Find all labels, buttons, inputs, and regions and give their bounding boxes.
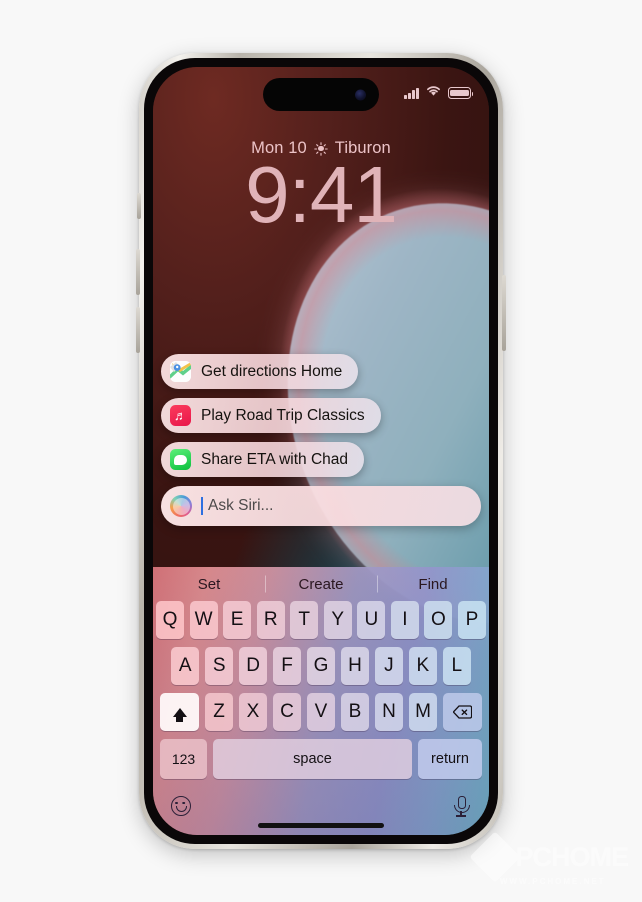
space-key[interactable]: space (213, 739, 412, 779)
watermark-diamond-icon (470, 831, 521, 883)
lock-time: 9:41 (245, 150, 398, 239)
delete-key[interactable] (442, 693, 482, 731)
key-k[interactable]: K (408, 647, 438, 685)
siri-suggestion-label: Play Road Trip Classics (201, 406, 365, 424)
key-q[interactable]: Q (156, 601, 185, 639)
siri-orb-icon (170, 495, 192, 517)
home-indicator[interactable] (258, 823, 384, 828)
device-bezel: Mon 10 Tiburon 9:41 Get directions Home … (144, 58, 498, 844)
siri-suggestion-label: Get directions Home (201, 362, 343, 380)
keyboard-row-2: A S D F G H J K L (153, 647, 489, 685)
wifi-icon (425, 84, 442, 102)
siri-suggestion-play-road-trip-classics[interactable]: ♬ Play Road Trip Classics (161, 398, 381, 433)
watermark-title: PCHOME (515, 841, 629, 872)
siri-suggestion-share-eta[interactable]: Share ETA with Chad (161, 442, 365, 477)
siri-suggestion-label: Share ETA with Chad (201, 450, 349, 468)
prediction-create[interactable]: Create (265, 576, 377, 593)
delete-backward-icon (452, 705, 472, 719)
siri-suggestion-directions-home[interactable]: Get directions Home (161, 354, 359, 389)
return-key[interactable]: return (418, 739, 482, 779)
volume-up-button[interactable] (136, 249, 140, 295)
key-y[interactable]: Y (323, 601, 352, 639)
key-g[interactable]: G (306, 647, 336, 685)
key-p[interactable]: P (457, 601, 486, 639)
numeric-key[interactable]: 123 (160, 739, 207, 779)
ask-siri-input[interactable]: Ask Siri... (161, 486, 481, 526)
predictive-text-bar: Set Create Find (153, 567, 489, 601)
key-t[interactable]: T (290, 601, 319, 639)
keyboard-row-1: Q W E R T Y U I O P (153, 601, 489, 639)
phone-screen: Mon 10 Tiburon 9:41 Get directions Home … (153, 67, 489, 835)
key-s[interactable]: S (204, 647, 234, 685)
battery-icon (448, 87, 474, 99)
on-screen-keyboard: Set Create Find Q W E R T Y U I O P A S … (153, 567, 489, 835)
key-m[interactable]: M (408, 693, 438, 731)
ask-siri-placeholder: Ask Siri... (208, 497, 274, 514)
maps-app-icon (170, 361, 191, 382)
front-camera-icon (355, 89, 366, 100)
key-n[interactable]: N (374, 693, 404, 731)
key-r[interactable]: R (256, 601, 285, 639)
key-x[interactable]: X (238, 693, 268, 731)
action-button[interactable] (137, 193, 141, 219)
key-e[interactable]: E (223, 601, 252, 639)
siri-suggestions-panel: Get directions Home ♬ Play Road Trip Cla… (153, 354, 489, 526)
key-v[interactable]: V (306, 693, 336, 731)
prediction-find[interactable]: Find (377, 576, 489, 593)
key-h[interactable]: H (340, 647, 370, 685)
status-bar (404, 84, 474, 102)
power-button[interactable] (502, 275, 506, 351)
emoji-smiley-icon[interactable] (171, 796, 191, 816)
cellular-signal-icon (404, 87, 419, 99)
microphone-icon[interactable] (451, 796, 471, 817)
shift-key[interactable] (160, 693, 200, 731)
shift-arrow-icon (172, 707, 187, 722)
key-l[interactable]: L (442, 647, 471, 685)
lock-screen-clock-widget: Mon 10 Tiburon 9:41 (153, 139, 489, 238)
key-u[interactable]: U (357, 601, 386, 639)
key-z[interactable]: Z (204, 693, 234, 731)
key-w[interactable]: W (189, 601, 218, 639)
key-j[interactable]: J (374, 647, 404, 685)
key-d[interactable]: D (238, 647, 268, 685)
key-i[interactable]: I (390, 601, 419, 639)
sun-icon (314, 141, 328, 156)
screenshot-canvas: Mon 10 Tiburon 9:41 Get directions Home … (0, 0, 642, 902)
text-caret (201, 497, 203, 515)
key-o[interactable]: O (424, 601, 453, 639)
key-f[interactable]: F (272, 647, 302, 685)
watermark: PCHOME WWW.PCHOME.NET (470, 831, 629, 886)
dynamic-island[interactable] (263, 78, 379, 111)
music-app-icon: ♬ (170, 405, 191, 426)
key-a[interactable]: A (171, 647, 200, 685)
key-b[interactable]: B (340, 693, 370, 731)
prediction-set[interactable]: Set (153, 576, 265, 593)
key-c[interactable]: C (272, 693, 302, 731)
messages-app-icon (170, 449, 191, 470)
iphone-device-frame: Mon 10 Tiburon 9:41 Get directions Home … (136, 53, 506, 849)
watermark-subtitle: WWW.PCHOME.NET (499, 877, 606, 886)
keyboard-row-3: Z X C V B N M (153, 693, 489, 731)
keyboard-row-4: 123 space return (153, 739, 489, 779)
volume-down-button[interactable] (136, 307, 140, 353)
